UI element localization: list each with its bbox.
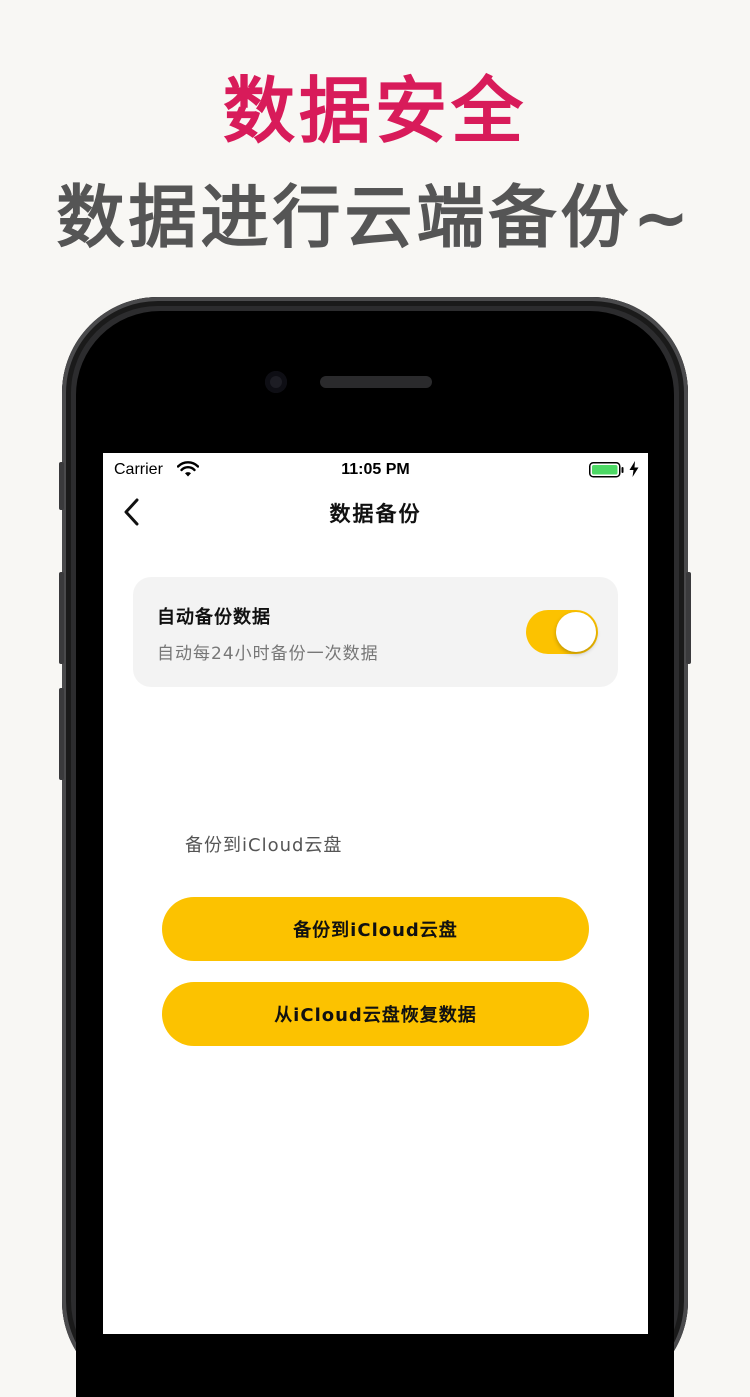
navigation-bar: 数据备份 bbox=[103, 487, 648, 537]
volume-down-button bbox=[59, 688, 64, 780]
phone-screen: Carrier 11:05 PM 数据备份 自动备份数据 自动每24小时备份一次… bbox=[103, 453, 648, 1334]
icloud-section-label: 备份到iCloud云盘 bbox=[185, 835, 343, 856]
auto-backup-title: 自动备份数据 bbox=[157, 607, 271, 628]
status-bar: Carrier 11:05 PM bbox=[103, 453, 648, 487]
auto-backup-description: 自动每24小时备份一次数据 bbox=[157, 644, 379, 664]
mute-switch bbox=[59, 462, 64, 510]
battery-icon bbox=[589, 462, 624, 478]
power-button bbox=[686, 572, 691, 664]
page-title: 数据备份 bbox=[329, 502, 422, 526]
auto-backup-toggle[interactable] bbox=[526, 610, 598, 654]
volume-up-button bbox=[59, 572, 64, 664]
toggle-knob bbox=[556, 612, 596, 652]
front-camera bbox=[265, 371, 287, 393]
auto-backup-card: 自动备份数据 自动每24小时备份一次数据 bbox=[133, 577, 618, 687]
promo-subtitle: 数据进行云端备份~ bbox=[56, 179, 694, 258]
charging-bolt-icon bbox=[629, 461, 639, 477]
status-time: 11:05 PM bbox=[341, 461, 410, 478]
promo-title: 数据安全 bbox=[222, 69, 527, 153]
backup-to-icloud-button[interactable]: 备份到iCloud云盘 bbox=[162, 897, 589, 961]
restore-from-icloud-button[interactable]: 从iCloud云盘恢复数据 bbox=[162, 982, 589, 1046]
earpiece-speaker bbox=[320, 376, 432, 388]
